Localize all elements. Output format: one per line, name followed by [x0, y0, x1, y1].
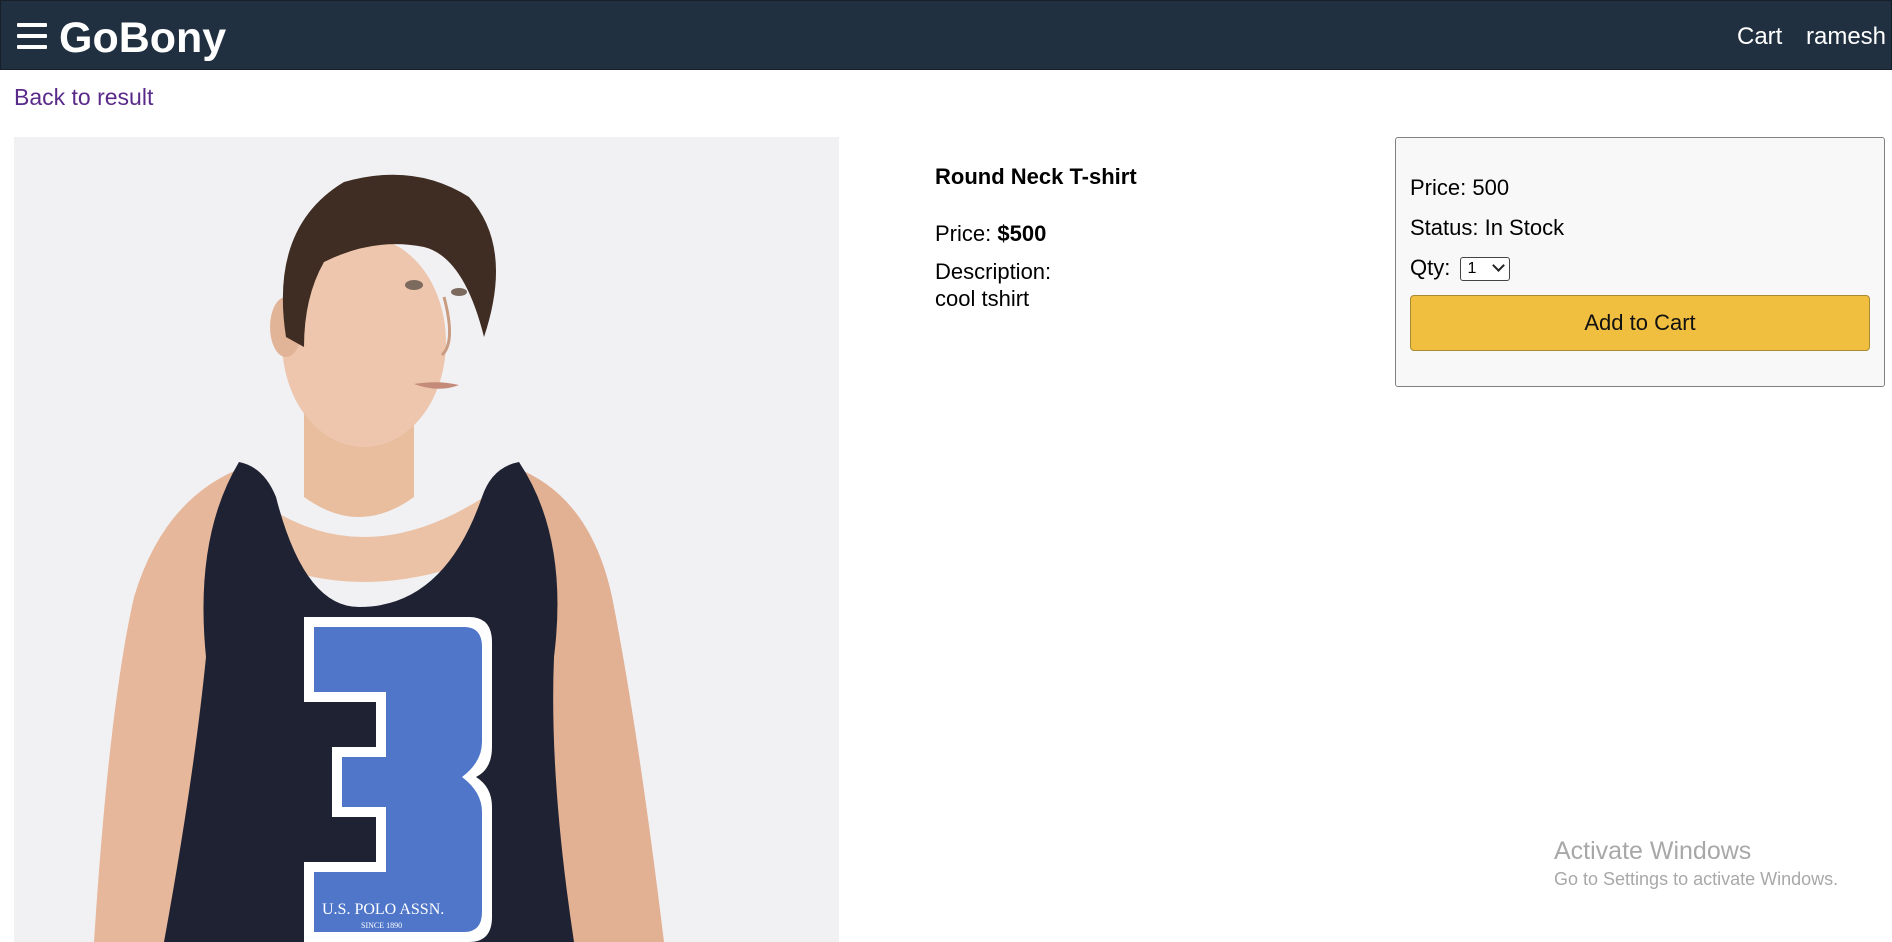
activate-windows-watermark: Activate Windows Go to Settings to activ…	[1554, 836, 1838, 892]
stock-status: Status: In Stock	[1410, 215, 1565, 240]
image-logo-text: U.S. POLO ASSN.	[322, 901, 445, 918]
price-label: Price:	[935, 221, 992, 246]
brand-logo-link[interactable]: GoBony	[59, 13, 226, 63]
purchase-card: Price: 500 Status: In Stock Qty: 1 Add t…	[1395, 137, 1885, 387]
user-menu-link[interactable]: ramesh	[1806, 23, 1886, 51]
product-description: Description: cool tshirt	[935, 258, 1355, 312]
product-title: Round Neck T-shirt	[935, 164, 1137, 189]
price-value: $500	[997, 221, 1047, 246]
watermark-title: Activate Windows	[1554, 837, 1752, 865]
hamburger-menu-icon[interactable]	[15, 19, 49, 55]
image-logo-subtext: SINCE 1890	[361, 921, 403, 930]
top-navbar: GoBony Cart ramesh	[0, 0, 1892, 70]
chevron-down-icon	[1492, 259, 1506, 273]
product-info: Round Neck T-shirt Price: $500 Descripti…	[935, 163, 1355, 312]
description-label: Description:	[935, 259, 1052, 284]
watermark-subtitle: Go to Settings to activate Windows.	[1554, 869, 1839, 889]
cart-link[interactable]: Cart	[1737, 23, 1782, 51]
description-text: cool tshirt	[935, 286, 1030, 311]
qty-selected-value: 1	[1467, 260, 1477, 278]
product-image: U.S. POLO ASSN. SINCE 1890	[14, 137, 839, 942]
back-to-result-link[interactable]: Back to result	[14, 83, 153, 111]
add-to-cart-button[interactable]: Add to Cart	[1410, 295, 1870, 351]
qty-row: Qty: 1	[1410, 254, 1511, 282]
qty-select[interactable]: 1	[1460, 257, 1511, 282]
qty-label: Qty:	[1410, 255, 1451, 280]
product-price: Price: $500	[935, 220, 1355, 247]
buy-box-price: Price: 500	[1410, 175, 1510, 200]
